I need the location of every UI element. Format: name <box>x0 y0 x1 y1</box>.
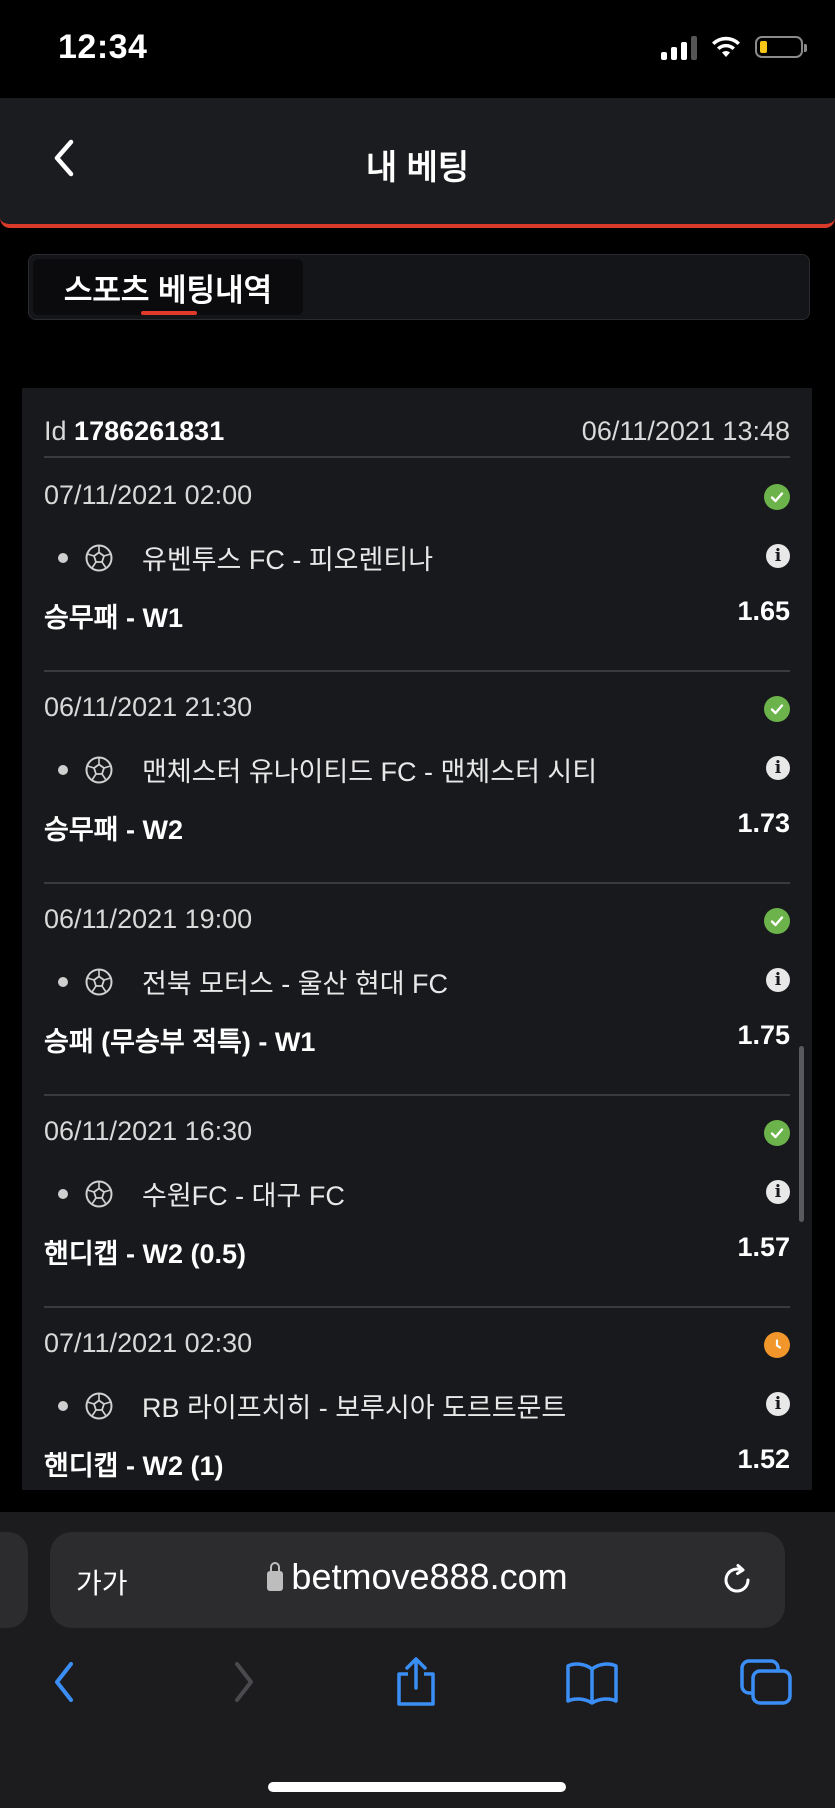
bet-leg: 06/11/2021 19:00 전북 모터스 - 울산 현대 FC i 승패 … <box>44 884 790 1096</box>
leg-match: 수원FC - 대구 FC <box>58 1174 345 1213</box>
reload-icon[interactable] <box>717 1560 757 1600</box>
soccer-ball-icon <box>85 544 113 571</box>
bet-slip-panel: Id 1786261831 06/11/2021 13:48 07/11/202… <box>22 388 812 1490</box>
status-bar: 12:34 <box>0 0 835 96</box>
leg-market: 승무패 - W2 <box>44 815 184 845</box>
bullet <box>58 764 68 775</box>
url-text: betmove888.com <box>291 1556 568 1597</box>
info-icon[interactable]: i <box>766 544 790 568</box>
info-icon[interactable]: i <box>766 756 790 780</box>
bookmarks-icon[interactable] <box>562 1652 622 1712</box>
leg-market: 승패 (무승부 적특) - W1 <box>44 1027 316 1057</box>
tabs-icon[interactable] <box>736 1652 796 1712</box>
home-indicator[interactable] <box>268 1782 566 1792</box>
bullet <box>58 976 68 987</box>
check-icon <box>764 696 790 722</box>
bet-header: Id 1786261831 06/11/2021 13:48 <box>44 406 790 458</box>
tab-sports-bet-history[interactable]: 스포츠 베팅내역 <box>33 259 303 315</box>
bullet <box>58 1400 68 1411</box>
page-title: 내 베팅 <box>365 149 470 187</box>
battery-icon <box>755 36 807 58</box>
leg-market: 핸디캡 - W2 (1) <box>44 1451 224 1481</box>
leg-match: 유벤투스 FC - 피오렌티나 <box>58 538 433 577</box>
bet-leg: 06/11/2021 21:30 맨체스터 유나이티드 FC - 맨체스터 시티… <box>44 672 790 884</box>
forward-arrow-icon[interactable] <box>214 1652 274 1712</box>
url-display: betmove888.com <box>50 1556 785 1598</box>
wifi-icon <box>712 36 740 57</box>
browser-chrome: 가가 betmove888.com <box>0 1512 835 1808</box>
info-icon[interactable]: i <box>766 968 790 992</box>
leg-market: 핸디캡 - W2 (0.5) <box>44 1239 247 1269</box>
soccer-ball-icon <box>85 1392 113 1419</box>
bet-leg: 06/11/2021 16:30 수원FC - 대구 FC i 핸디캡 - W2… <box>44 1096 790 1308</box>
match-name: 수원FC - 대구 FC <box>142 1181 345 1211</box>
soccer-ball-icon <box>85 968 113 995</box>
back-arrow-icon[interactable] <box>34 1652 94 1712</box>
soccer-ball-icon <box>85 756 113 783</box>
bet-placed-date: 06/11/2021 13:48 <box>581 415 790 446</box>
address-bar[interactable]: 가가 betmove888.com <box>50 1532 785 1628</box>
status-icons <box>661 34 807 60</box>
check-icon <box>764 484 790 510</box>
app-header: 내 베팅 <box>0 98 835 228</box>
bullet <box>58 1188 68 1199</box>
bet-id-value: 1786261831 <box>74 415 225 446</box>
check-icon <box>764 908 790 934</box>
tab-active-indicator <box>141 311 197 315</box>
info-icon[interactable]: i <box>766 1392 790 1416</box>
leg-date: 06/11/2021 21:30 <box>44 692 253 722</box>
previous-tab-edge[interactable] <box>0 1532 28 1628</box>
bet-id-label: Id <box>44 415 67 446</box>
match-name: 맨체스터 유나이티드 FC - 맨체스터 시티 <box>142 757 598 787</box>
bullet <box>58 552 68 563</box>
leg-match: RB 라이프치히 - 보루시아 도르트문트 <box>58 1386 566 1425</box>
status-time: 12:34 <box>58 28 148 66</box>
cellular-signal-icon <box>661 34 697 60</box>
leg-date: 06/11/2021 16:30 <box>44 1116 253 1146</box>
bet-leg: 07/11/2021 02:30 RB 라이프치히 - 보루시아 도르트문트 i… <box>44 1308 790 1490</box>
info-icon[interactable]: i <box>766 1180 790 1204</box>
lock-icon <box>267 1562 284 1591</box>
leg-date: 07/11/2021 02:30 <box>44 1328 253 1358</box>
tab-bar: 스포츠 베팅내역 <box>28 254 810 320</box>
leg-odds: 1.52 <box>737 1444 790 1474</box>
leg-match: 맨체스터 유나이티드 FC - 맨체스터 시티 <box>58 750 597 789</box>
scrollbar[interactable] <box>799 1046 804 1222</box>
leg-market: 승무패 - W1 <box>44 603 184 633</box>
leg-odds: 1.57 <box>737 1232 790 1262</box>
leg-odds: 1.65 <box>737 596 790 626</box>
leg-date: 06/11/2021 19:00 <box>44 904 253 934</box>
soccer-ball-icon <box>85 1180 113 1207</box>
share-icon[interactable] <box>386 1652 446 1712</box>
match-name: 유벤투스 FC - 피오렌티나 <box>142 545 434 575</box>
match-name: RB 라이프치히 - 보루시아 도르트문트 <box>142 1393 567 1423</box>
bet-leg: 07/11/2021 02:00 유벤투스 FC - 피오렌티나 i 승무패 -… <box>44 460 790 672</box>
leg-odds: 1.73 <box>737 808 790 838</box>
clock-icon <box>764 1332 790 1358</box>
leg-date: 07/11/2021 02:00 <box>44 480 253 510</box>
match-name: 전북 모터스 - 울산 현대 FC <box>142 969 449 999</box>
browser-toolbar <box>0 1652 835 1732</box>
leg-match: 전북 모터스 - 울산 현대 FC <box>58 962 448 1001</box>
tab-label: 스포츠 베팅내역 <box>63 272 273 308</box>
leg-odds: 1.75 <box>737 1020 790 1050</box>
check-icon <box>764 1120 790 1146</box>
